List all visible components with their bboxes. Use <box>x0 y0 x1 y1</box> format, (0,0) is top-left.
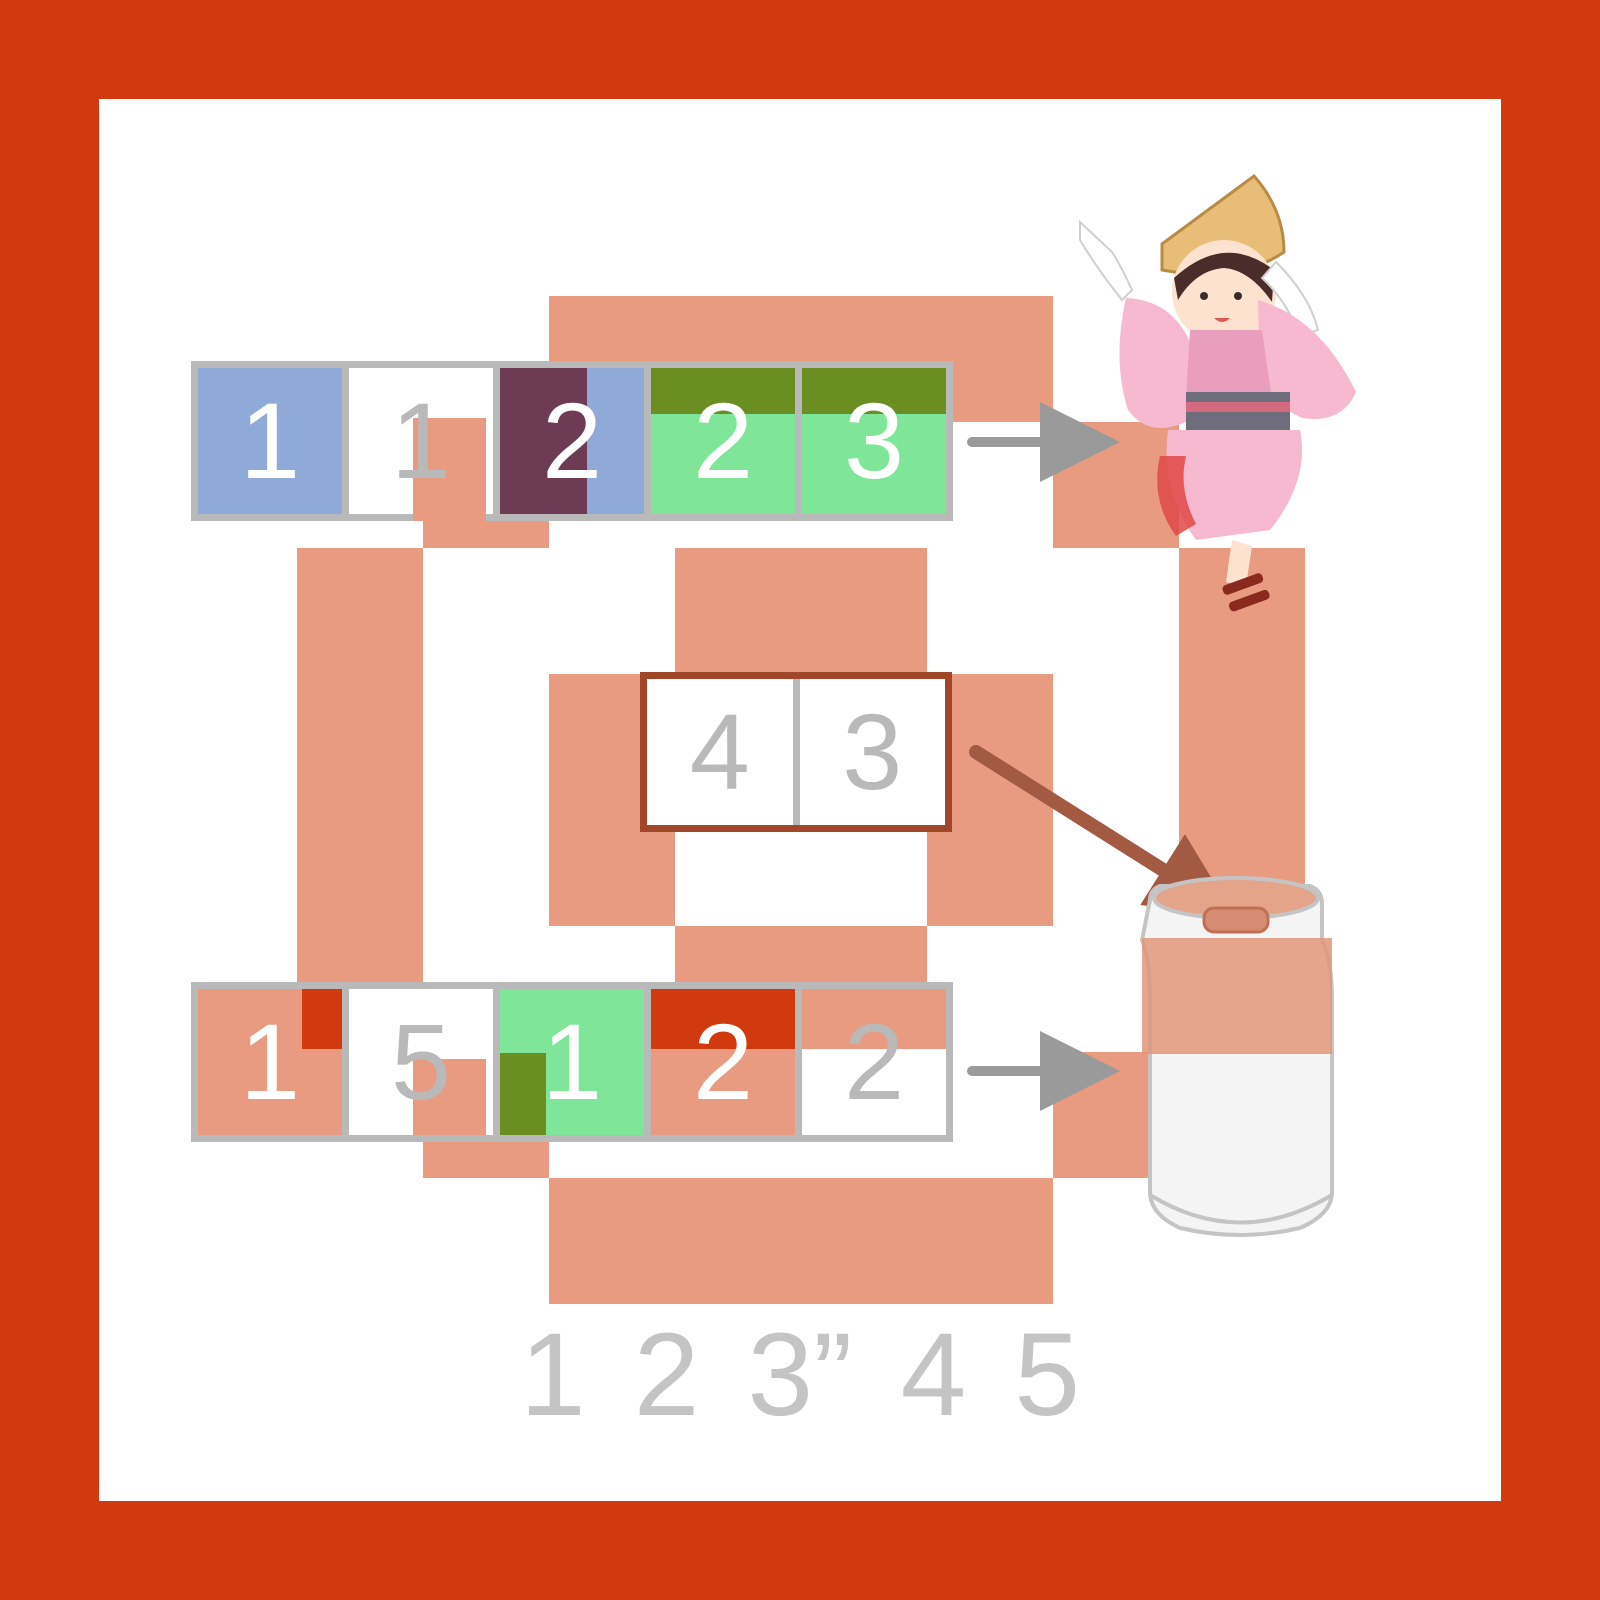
top-cell-3-value: 2 <box>541 380 603 501</box>
top-cell-4-value: 2 <box>692 380 754 501</box>
bottom-cell-4-value: 2 <box>692 1001 754 1122</box>
middle-number-row: 4 3 <box>640 672 952 832</box>
top-cell-5[interactable]: 3 <box>802 368 946 514</box>
footer-token-3: 3” <box>747 1309 853 1441</box>
middle-cell-2[interactable]: 3 <box>799 679 945 825</box>
footer-token-1: 1 <box>520 1309 586 1441</box>
top-cell-2[interactable]: 1 <box>349 368 493 521</box>
bottom-number-row: 1 5 1 2 2 <box>191 982 953 1142</box>
top-cell-4[interactable]: 2 <box>651 368 795 514</box>
top-cell-1[interactable]: 1 <box>198 368 342 514</box>
middle-cell-2-value: 3 <box>842 691 903 812</box>
top-cell-2-value: 1 <box>390 380 452 501</box>
top-cell-1-value: 1 <box>239 380 301 501</box>
top-cell-5-value: 3 <box>843 380 905 501</box>
bottom-cell-3[interactable]: 1 <box>500 989 644 1135</box>
footer-token-5: 5 <box>1014 1309 1080 1441</box>
bottom-cell-3-value: 1 <box>541 1001 603 1122</box>
bottom-cell-2[interactable]: 5 <box>349 989 493 1135</box>
bottom-cell-1-value: 1 <box>239 1001 301 1122</box>
middle-cell-1[interactable]: 4 <box>647 679 793 825</box>
footer-sequence: 1 2 3” 4 5 <box>520 1316 1080 1434</box>
bottom-cell-2-value: 5 <box>390 1001 452 1122</box>
footer-token-4: 4 <box>900 1309 967 1441</box>
bottom-cell-1[interactable]: 1 <box>198 989 342 1135</box>
bottom-cell-5[interactable]: 2 <box>802 989 946 1135</box>
bottom-cell-5-value: 2 <box>843 1001 905 1122</box>
footer-token-2: 2 <box>633 1309 700 1441</box>
top-number-row: 1 1 2 2 3 <box>191 361 953 521</box>
bottom-cell-4[interactable]: 2 <box>651 989 795 1135</box>
middle-cell-1-value: 4 <box>689 691 750 812</box>
top-cell-3[interactable]: 2 <box>500 368 644 514</box>
